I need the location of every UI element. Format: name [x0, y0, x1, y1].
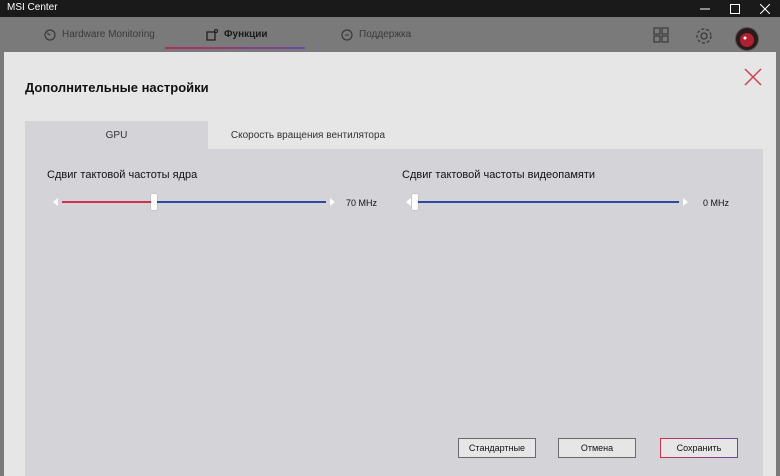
memory-clock-slider[interactable]	[406, 194, 688, 210]
memory-clock-value: 0 MHz	[703, 198, 730, 208]
dialog-title: Дополнительные настройки	[25, 80, 209, 95]
memory-clock-thumb[interactable]	[412, 194, 418, 210]
nav-tab-support[interactable]: Поддержка	[341, 17, 411, 52]
gpu-settings-panel: Сдвиг тактовой частоты ядра 70 MHz Сдвиг…	[25, 149, 763, 476]
minimize-button[interactable]	[690, 0, 720, 17]
core-clock-track-fill	[62, 201, 155, 203]
tab-gpu[interactable]: GPU	[25, 121, 208, 149]
avatar[interactable]	[735, 27, 759, 51]
nav-tab-label: Функции	[224, 29, 268, 40]
grid-icon[interactable]	[653, 27, 669, 43]
gear-icon[interactable]	[695, 27, 713, 45]
nav-tab-hardware-monitoring[interactable]: Hardware Monitoring	[44, 17, 155, 52]
minimize-icon	[700, 8, 710, 9]
maximize-button[interactable]	[720, 0, 750, 17]
close-dialog-icon[interactable]	[742, 66, 764, 88]
advanced-settings-dialog: Дополнительные настройки GPU Скорость вр…	[4, 52, 776, 476]
window-title: MSI Center	[7, 2, 58, 13]
tab-label: Скорость вращения вентилятора	[230, 129, 386, 141]
title-bar: MSI Center	[0, 0, 780, 17]
chat-icon	[341, 28, 353, 41]
increase-arrow-icon[interactable]	[330, 198, 335, 206]
decrease-arrow-icon[interactable]	[53, 198, 58, 206]
gauge-icon	[44, 28, 56, 41]
increase-arrow-icon[interactable]	[683, 198, 688, 206]
core-clock-thumb[interactable]	[151, 194, 158, 210]
dragon-logo-icon	[740, 33, 754, 47]
core-clock-slider[interactable]	[53, 194, 335, 210]
core-clock-label: Сдвиг тактовой частоты ядра	[47, 169, 198, 181]
cancel-button[interactable]: Отмена	[558, 438, 636, 458]
close-icon	[760, 3, 770, 14]
nav-tab-label: Hardware Monitoring	[62, 29, 155, 40]
memory-clock-track	[415, 201, 679, 203]
default-button[interactable]: Стандартные	[458, 438, 536, 458]
app-nav-bar: Hardware Monitoring Функции Поддержка	[0, 17, 780, 52]
active-tab-indicator	[165, 47, 305, 49]
tab-fan-speed[interactable]: Скорость вращения вентилятора	[208, 121, 408, 149]
core-clock-value: 70 MHz	[346, 198, 378, 208]
nav-tab-label: Поддержка	[359, 29, 412, 40]
close-window-button[interactable]	[750, 0, 780, 17]
dim-overlay-right	[776, 52, 780, 476]
tab-label: GPU	[105, 129, 128, 141]
memory-clock-label: Сдвиг тактовой частоты видеопамяти	[402, 169, 596, 181]
decrease-arrow-icon[interactable]	[406, 198, 411, 206]
features-icon	[206, 28, 218, 41]
maximize-icon	[730, 3, 740, 14]
save-button[interactable]: Сохранить	[660, 438, 738, 458]
